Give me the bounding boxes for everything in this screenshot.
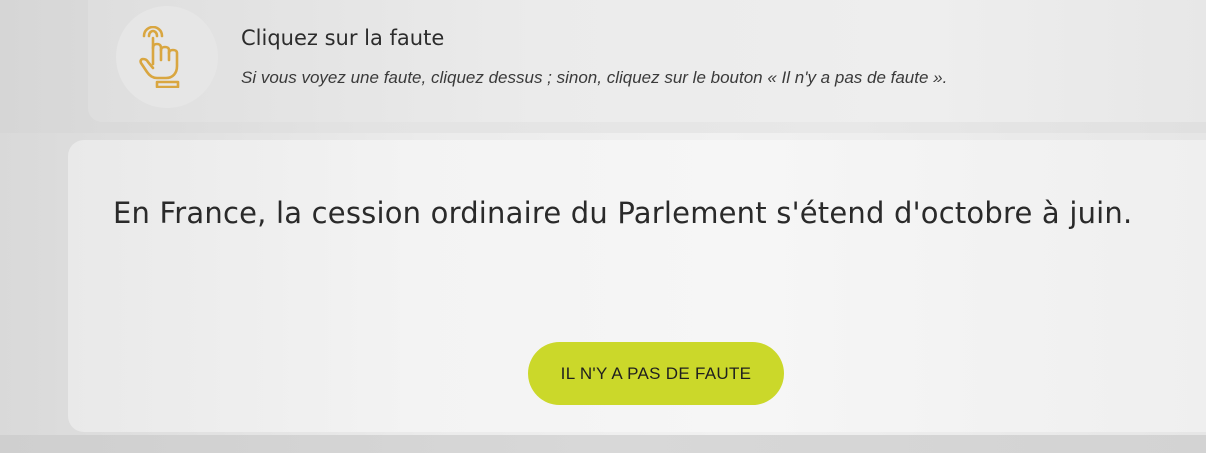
instruction-description: Si vous voyez une faute, cliquez dessus … (241, 68, 948, 87)
pointing-hand-icon (139, 26, 180, 88)
exercise-sentence[interactable]: En France, la cession ordinaire du Parle… (113, 178, 1193, 249)
instruction-card (88, 0, 1206, 122)
instruction-title: Cliquez sur la faute (241, 26, 445, 50)
bottom-edge (0, 435, 1206, 453)
no-fault-button[interactable]: IL N'Y A PAS DE FAUTE (528, 342, 784, 405)
exercise-screen: Cliquez sur la faute Si vous voyez une f… (0, 0, 1206, 453)
